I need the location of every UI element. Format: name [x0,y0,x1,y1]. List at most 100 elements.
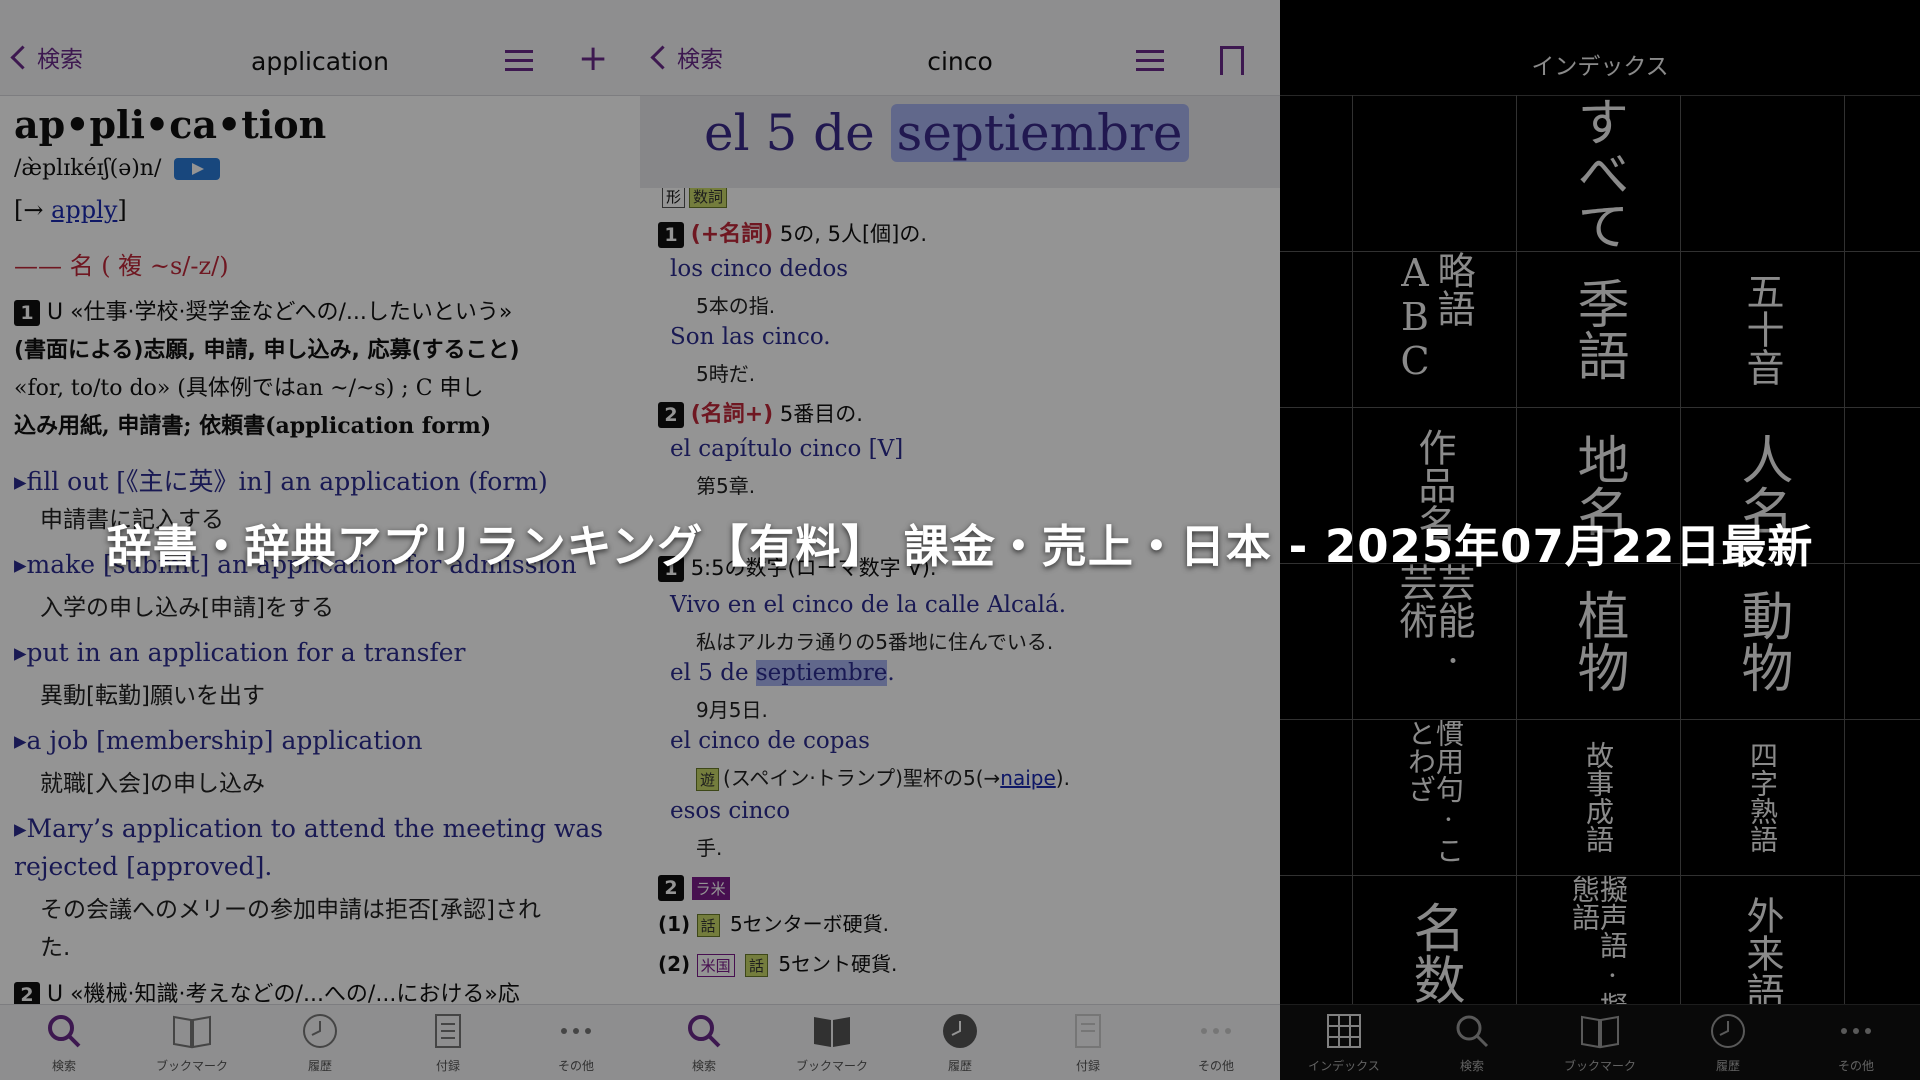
index-cell[interactable]: 動物 [1680,563,1844,719]
tab-label: 検索 [1459,1059,1484,1073]
tag-adjective: 形 [662,188,686,208]
example-es-highlight: el 5 de septiembre. [670,660,895,686]
example-es: esos cinco [670,798,791,824]
example-2-translation: 入学の申し込み[申請]をする [40,595,334,621]
es-mark[interactable]: septiembre [755,660,888,686]
tab-appendix[interactable]: 付録 [384,1011,512,1074]
sense-1-line-1: U «仕事·学校·奨学金などへの/...したいという» [47,300,513,325]
tab-more[interactable]: その他 [512,1011,640,1074]
tab-label: 履歴 [307,1059,332,1073]
example-es: los cinco dedos [670,256,849,282]
tab-label: 検索 [51,1059,76,1073]
tag-latam: ラ米 [691,877,730,900]
nav-bar: 検索 application + [0,0,640,96]
tab-appendix[interactable]: 付録 [1024,1011,1152,1074]
tab-search[interactable]: 検索 [1408,1011,1536,1074]
clock-icon [303,1014,337,1048]
tab-bar: 検索 ブックマーク 履歴 付録 その他 [640,1004,1280,1080]
page-title: cinco [927,47,993,76]
tab-search[interactable]: 検索 [640,1011,768,1074]
tag-game: 遊 [696,768,720,791]
es-post: . [887,660,895,686]
tab-history[interactable]: 履歴 [896,1011,1024,1074]
more-icon [1201,1028,1231,1034]
tab-history[interactable]: 履歴 [256,1011,384,1074]
bookmark-icon[interactable] [1220,46,1244,75]
book-icon [1581,1015,1619,1049]
subsense-label: (2) [658,952,691,976]
subsense-def: 5センターボ硬貨. [729,912,890,936]
play-audio-icon[interactable] [174,158,221,180]
tab-bookmark[interactable]: ブックマーク [768,1011,896,1074]
tab-more[interactable]: その他 [1152,1011,1280,1074]
index-cell[interactable]: 五十音 [1680,251,1844,407]
cross-reference: [→ apply] [14,196,127,224]
example-4: ▸a job [membership] application [14,726,423,755]
link-naipe[interactable]: naipe [1000,766,1056,790]
menu-icon[interactable] [505,50,533,71]
pronunciation-text: /æ̀plɪkéɪʃ(ə)n/ [14,156,162,181]
subsense-label: (1) [658,912,691,936]
pos-label: (+名詞) [690,222,774,247]
document-icon [1075,1014,1101,1048]
tab-bookmark[interactable]: ブックマーク [1536,1011,1664,1074]
sense-number: 2 [658,875,684,901]
headline-banner: 辞書・辞典アプリランキング【有料】 課金・売上・日本 - 2025年07月22日… [106,520,1814,573]
tab-search[interactable]: 検索 [0,1011,128,1074]
ref-arrow: [→ [14,196,52,224]
clock-icon [1711,1014,1745,1048]
index-cell[interactable]: 慣用句·ことわざ [1352,719,1516,875]
index-cell[interactable]: 芸能·芸術 [1352,563,1516,719]
tab-bookmark[interactable]: ブックマーク [128,1011,256,1074]
tab-bar: 検索 ブックマーク 履歴 付録 その他 [0,1004,640,1080]
highlight-mark[interactable]: septiembre [890,104,1189,162]
index-cell[interactable]: 季語 [1516,251,1680,407]
index-cell[interactable]: 四字熟語 [1680,719,1844,875]
sense-1-line-4: 込み用紙, 申請書; 依頼書(application form) [14,413,492,439]
example-5: ▸Mary’s application to attend the meetin… [14,814,604,843]
entry-content[interactable]: 形数詞 1 (+名詞) 5の, 5人[個]の. los cinco dedos … [640,188,1280,1006]
ref-link-apply[interactable]: apply [51,196,117,224]
tab-history[interactable]: 履歴 [1664,1011,1792,1074]
example-ja: 第5章. [696,474,756,498]
index-cell[interactable]: 故事成語 [1516,719,1680,875]
tag-numeral: 数詞 [689,188,728,208]
tab-index[interactable]: インデックス [1280,1011,1408,1074]
sense-1-line-3: «for, to/to do» (具体例ではan ~/~s) ; C 申し [14,376,484,401]
sense-number: 1 [14,300,40,326]
subsense-2: (2) 米国 話 5セント硬貨. [658,948,897,977]
nav-bar: インデックス [1280,0,1920,96]
tag-colloquial: 話 [744,954,768,977]
tab-more[interactable]: その他 [1792,1011,1920,1074]
tab-bar: インデックス 検索 ブックマーク 履歴 その他 [1280,1004,1920,1080]
clock-icon [943,1014,977,1048]
index-cell[interactable]: 植物 [1516,563,1680,719]
search-icon [48,1015,81,1048]
example-1: ▸fill out [《主に英》in] an application (form… [14,467,548,496]
example-ja: 5時だ. [696,362,756,386]
document-icon [435,1014,461,1048]
nav-bar: 検索 cinco [640,0,1280,96]
tab-label: ブックマーク [795,1059,868,1073]
example-ja: 9月5日. [696,698,768,722]
example-es: Vivo en el cinco de la calle Alcalá. [670,592,1067,618]
add-icon[interactable]: + [578,41,608,77]
book-icon [814,1017,850,1047]
tab-label: 履歴 [947,1059,972,1073]
menu-icon[interactable] [1136,50,1164,71]
index-cell[interactable]: すべて [1516,95,1680,251]
sense-2: 2 (名詞+) 5番目の. [658,396,863,428]
book-icon [173,1015,211,1049]
sense-4: 2 ラ米 [658,872,734,901]
page-title: application [251,47,389,76]
tab-label: その他 [557,1059,594,1073]
highlighted-phrase: el 5 de septiembre [704,104,1189,162]
sense-1-line-2: (書面による)志願, 申請, 申し込み, 応募(すること) [14,338,520,363]
search-icon [1456,1015,1489,1048]
example-4-translation: 就職[入会]の申し込み [40,771,265,797]
example-5-cont: rejected [approved]. [14,852,273,881]
sense-1: 1 (+名詞) 5の, 5人[個]の. [658,216,927,248]
index-cell[interactable]: 略語ABC [1352,251,1516,407]
example-5-translation-cont: た. [40,935,71,961]
tab-label: 履歴 [1715,1059,1740,1073]
